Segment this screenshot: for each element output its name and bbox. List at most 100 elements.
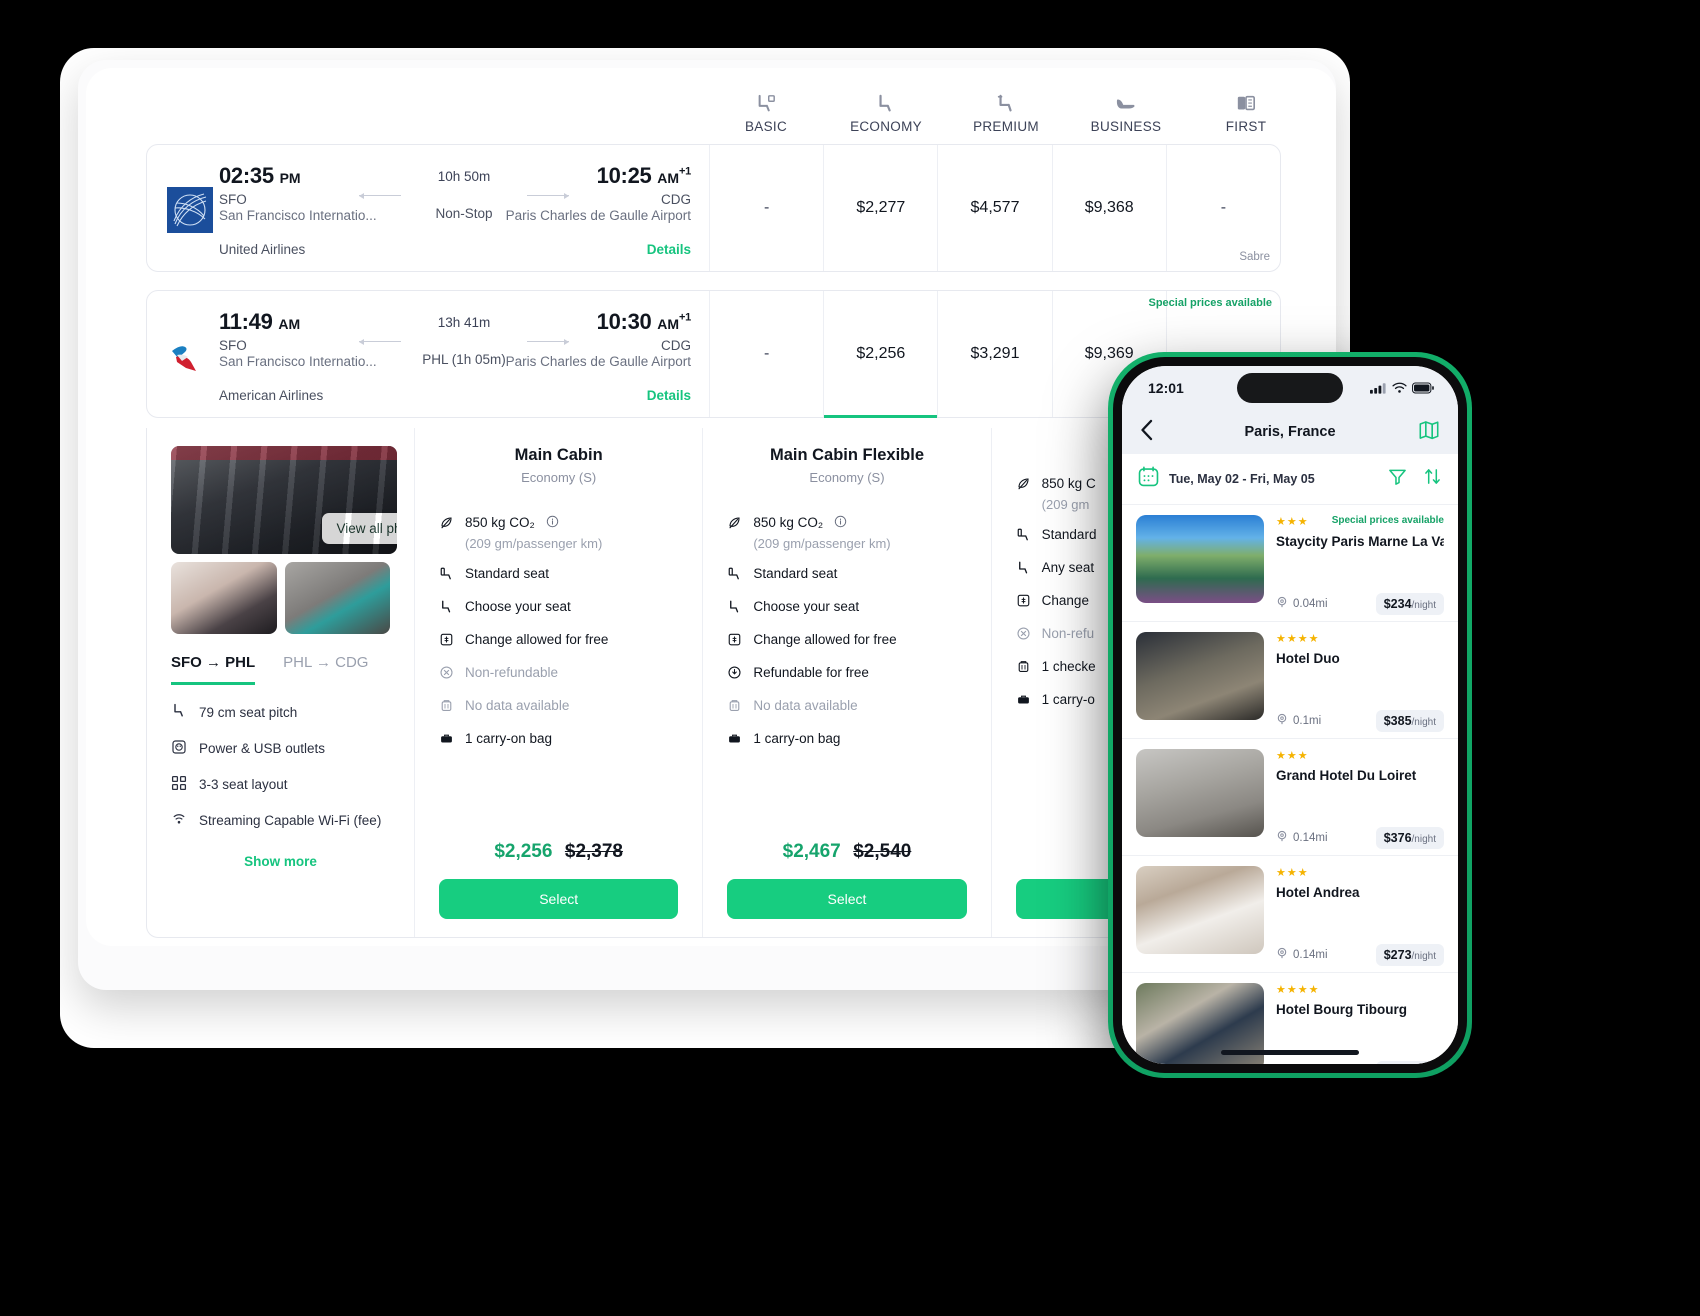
cabin-col-first[interactable]: FIRST xyxy=(1186,90,1306,150)
leaf-icon xyxy=(1016,476,1031,494)
details-link[interactable]: Details xyxy=(647,242,691,257)
cabin-col-basic[interactable]: BASIC xyxy=(706,90,826,150)
price-cell-economy[interactable]: $2,277 xyxy=(823,145,937,271)
flight-result-card[interactable]: 02:35 PM SFO San Francisco Internatio...… xyxy=(146,144,1281,272)
date-range-label[interactable]: Tue, May 02 - Fri, May 05 xyxy=(1169,472,1315,486)
hotel-name: Hotel Duo xyxy=(1276,651,1340,666)
distance-label: 0.14mi xyxy=(1293,831,1328,844)
price-current: $2,467 xyxy=(782,841,841,862)
leg-tabs: SFO → PHL PHL → CDG xyxy=(171,654,390,685)
co2-row: 850 kg CO₂ xyxy=(727,515,966,533)
amenity-row: 3-3 seat layout xyxy=(171,775,390,794)
arrival-time: 10:25 AM+1 xyxy=(596,163,692,188)
show-more-button[interactable]: Show more xyxy=(171,854,390,869)
price-current: $2,256 xyxy=(494,841,553,862)
airline-name: American Airlines xyxy=(219,388,324,403)
chevron-left-icon[interactable] xyxy=(1140,419,1153,446)
amenity-label: Power & USB outlets xyxy=(199,741,326,756)
hotel-list-item[interactable]: ★★★ Grand Hotel Du Loiret 0.14mi $376/ni… xyxy=(1122,738,1458,855)
price-cell-premium[interactable]: $4,577 xyxy=(937,145,1051,271)
departure-airport: San Francisco Internatio... xyxy=(219,354,377,369)
hotel-star-rating: ★★★★ xyxy=(1276,633,1320,645)
arrival-airport: Paris Charles de Gaulle Airport xyxy=(505,208,691,223)
special-prices-badge: Special prices available xyxy=(1148,297,1273,309)
location-pin-icon xyxy=(1276,713,1288,728)
feature-label: Non-refu xyxy=(1041,626,1095,641)
hotel-photo xyxy=(1136,866,1264,954)
location-pin-icon xyxy=(1276,830,1288,845)
co2-block: 850 kg CO₂ (209 gm/passenger km) xyxy=(439,515,678,551)
price-value: $2,256 xyxy=(856,345,906,362)
view-all-photos-button[interactable]: View all photos xyxy=(322,513,397,544)
feature-row: 1 carry-on bag xyxy=(727,731,966,749)
details-link[interactable]: Details xyxy=(647,388,691,403)
cabin-col-economy[interactable]: ECONOMY xyxy=(826,90,946,150)
refund-icon xyxy=(727,665,742,683)
price-cell-basic[interactable]: - xyxy=(709,291,823,417)
feature-label: No data available xyxy=(465,698,570,713)
departure-block: 11:49 AM SFO San Francisco Internatio... xyxy=(219,309,377,369)
select-button[interactable]: Select xyxy=(439,879,679,919)
phone-device-frame: 12:01 Paris, France Tue, May 02 - Fri, M… xyxy=(1108,352,1472,1078)
hotel-list-item[interactable]: ★★★ Staycity Paris Marne La Vallee Speci… xyxy=(1122,504,1458,621)
hotel-name: Hotel Andrea xyxy=(1276,885,1360,900)
seat-economy-icon xyxy=(875,90,897,114)
feature-label: 1 carry-on bag xyxy=(753,731,841,746)
hotel-price: $234/night xyxy=(1375,593,1444,615)
price-amount: $273 xyxy=(1383,948,1412,962)
phone-status-bar: 12:01 xyxy=(1122,366,1458,410)
feature-label: Standard seat xyxy=(465,566,550,581)
distance-label: 0.04mi xyxy=(1293,597,1328,610)
price-cell-economy[interactable]: $2,256 xyxy=(823,291,938,418)
hotel-info: ★★★ Staycity Paris Marne La Vallee Speci… xyxy=(1276,515,1444,615)
feature-row: Choose your seat xyxy=(439,599,678,617)
change-icon xyxy=(1016,593,1031,611)
date-filter-bar: Tue, May 02 - Fri, May 05 xyxy=(1122,454,1458,504)
distance-label: 0.1mi xyxy=(1293,714,1322,727)
airline-name: United Airlines xyxy=(219,242,306,257)
price-cell-basic[interactable]: - xyxy=(709,145,823,271)
price-cell-business[interactable]: $9,368 xyxy=(1051,145,1166,271)
hotel-photo xyxy=(1136,515,1264,603)
amenity-label: 3-3 seat layout xyxy=(199,777,288,792)
gallery-thumbnails xyxy=(171,562,390,634)
carry-on-icon xyxy=(727,731,742,749)
info-icon xyxy=(834,515,847,531)
select-button[interactable]: Select xyxy=(727,879,967,919)
feature-label: 1 checke xyxy=(1041,659,1096,674)
filter-icon[interactable] xyxy=(1388,467,1407,491)
hotel-list-item[interactable]: ★★★★ Hotel Duo 0.1mi $385/night xyxy=(1122,621,1458,738)
fare-price: $2,467 $2,540 xyxy=(703,841,990,863)
hotel-list-item[interactable]: ★★★ Hotel Andrea 0.14mi $273/night xyxy=(1122,855,1458,972)
cabin-col-business[interactable]: BUSINESS xyxy=(1066,90,1186,150)
gallery-thumb-2[interactable] xyxy=(284,562,390,634)
no-refund-icon xyxy=(439,665,454,683)
fare-title: Main Cabin xyxy=(514,446,603,464)
price-value: - xyxy=(1220,199,1227,216)
sort-icon[interactable] xyxy=(1423,467,1442,491)
fare-price: $2,256 $2,378 xyxy=(415,841,702,863)
gallery-main-photo[interactable]: View all photos xyxy=(171,446,397,554)
price-cell-premium[interactable]: $3,291 xyxy=(937,291,1051,417)
leg-tab-sfo-phl[interactable]: SFO → PHL xyxy=(171,654,256,685)
checked-bag-icon xyxy=(727,698,742,716)
co2-sub: (209 gm/passenger km) xyxy=(465,536,603,551)
seat-standard-icon xyxy=(439,566,454,584)
dynamic-island xyxy=(1237,373,1343,403)
feature-row: No data available xyxy=(439,698,678,716)
map-icon[interactable] xyxy=(1418,419,1440,446)
seat-basic-icon xyxy=(755,90,777,114)
departure-time: 02:35 PM xyxy=(219,163,301,188)
hotel-distance: 0.04mi xyxy=(1276,596,1328,611)
hotel-info: ★★★★ Hotel Duo 0.1mi $385/night xyxy=(1276,632,1444,732)
selected-indicator xyxy=(824,415,938,418)
feature-label: Choose your seat xyxy=(753,599,860,614)
location-pin-icon xyxy=(1276,596,1288,611)
feature-row: No data available xyxy=(727,698,966,716)
calendar-icon[interactable] xyxy=(1138,466,1159,492)
leg-tab-phl-cdg[interactable]: PHL → CDG xyxy=(283,654,368,685)
cabin-col-premium[interactable]: PREMIUM xyxy=(946,90,1066,150)
price-cell-first[interactable]: - Sabre xyxy=(1165,145,1280,271)
feature-row: Standard seat xyxy=(727,566,966,584)
gallery-thumb-1[interactable] xyxy=(171,562,277,634)
